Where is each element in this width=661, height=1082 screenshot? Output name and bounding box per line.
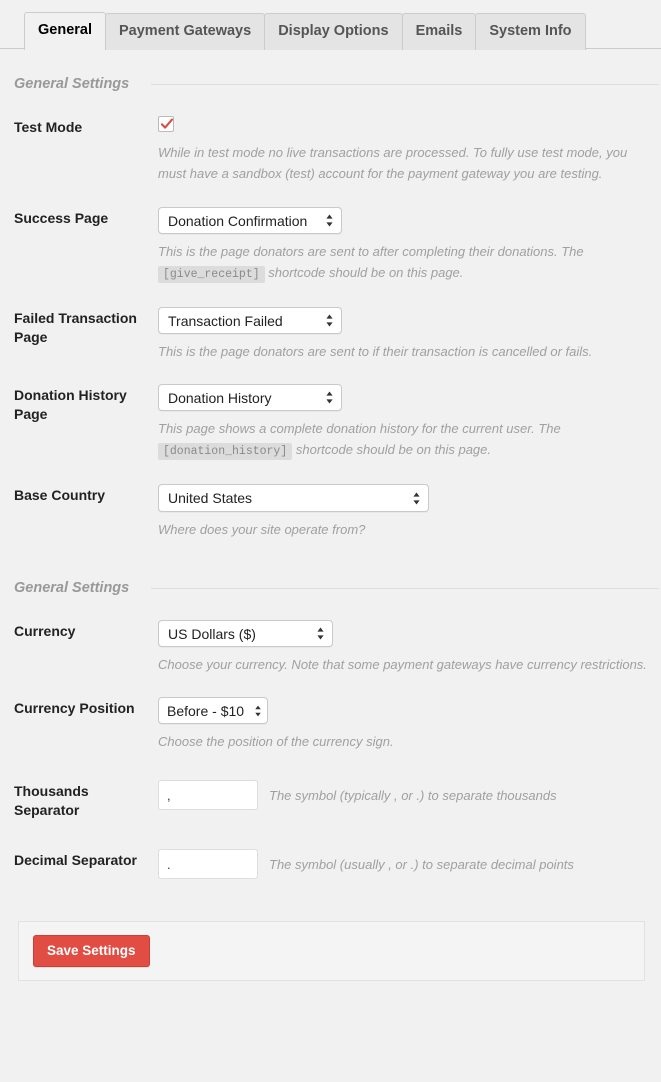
shortcode-give-receipt: [give_receipt] [158,266,265,283]
updown-chevron-icon [325,313,334,328]
donation-history-page-select[interactable]: Donation History [158,384,342,411]
save-settings-panel: Save Settings [18,921,645,981]
section-title: General Settings [14,580,130,596]
label-base-country: Base Country [14,487,106,503]
section-heading-general-2: General Settings [0,580,661,596]
description-failed-transaction-page: This is the page donators are sent to if… [158,344,593,359]
field-row-base-country: Base Country United States Where does yo… [0,484,661,540]
label-failed-transaction-page: Failed Transaction Page [14,310,137,345]
label-donation-history-page: Donation History Page [14,387,127,422]
test-mode-checkbox[interactable] [158,116,174,132]
success-page-value: Donation Confirmation [168,212,308,229]
tab-list: General Payment Gateways Display Options… [24,0,661,50]
shortcode-donation-history: [donation_history] [158,443,293,460]
tab-general-label: General [38,22,92,38]
check-icon [160,118,174,129]
description-test-mode: While in test mode no live transactions … [158,145,628,181]
tab-display-options-label: Display Options [278,23,389,39]
label-success-page: Success Page [14,210,109,226]
failed-transaction-page-value: Transaction Failed [168,312,283,329]
label-test-mode: Test Mode [14,119,83,135]
tab-payment-gateways-label: Payment Gateways [119,23,252,39]
base-country-select[interactable]: United States [158,484,429,512]
updown-chevron-icon [325,390,334,405]
donation-history-page-value: Donation History [168,389,272,406]
tab-system-info-label: System Info [489,23,572,39]
description-donation-history-before: This page shows a complete donation hist… [158,421,561,436]
decimal-separator-input[interactable] [158,849,258,879]
description-success-page-after: shortcode should be on this page. [268,265,464,280]
description-donation-history-page: This page shows a complete donation hist… [158,418,588,462]
base-country-value: United States [168,490,253,506]
field-row-currency: Currency US Dollars ($) Choose your curr… [0,620,661,675]
tab-emails[interactable]: Emails [401,13,477,50]
tab-system-info[interactable]: System Info [475,13,586,50]
failed-transaction-page-select[interactable]: Transaction Failed [158,307,342,334]
label-thousands-separator: Thousands Separator [14,783,89,818]
tab-display-options[interactable]: Display Options [264,13,403,50]
description-thousands-separator: The symbol (typically , or .) to separat… [269,787,557,803]
tab-emails-label: Emails [415,23,463,39]
section-divider [151,587,659,589]
field-row-donation-history-page: Donation History Page Donation History T… [0,384,661,462]
field-row-test-mode: Test Mode While in test mode no live tra… [0,116,661,184]
field-row-thousands-separator: Thousands Separator The symbol (typicall… [0,780,661,820]
success-page-select[interactable]: Donation Confirmation [158,207,342,234]
field-row-currency-position: Currency Position Before - $10 Choose th… [0,697,661,752]
label-currency-position: Currency Position [14,700,135,716]
section-heading-general-1: General Settings [0,76,661,92]
description-donation-history-after: shortcode should be on this page. [295,442,491,457]
description-decimal-separator: The symbol (usually , or .) to separate … [269,856,574,872]
field-row-decimal-separator: Decimal Separator The symbol (usually , … [0,849,661,879]
currency-position-select[interactable]: Before - $10 [158,697,268,724]
updown-chevron-icon [316,626,325,641]
currency-value: US Dollars ($) [168,625,256,642]
settings-tab-bar: General Payment Gateways Display Options… [0,0,661,50]
description-success-page-before: This is the page donators are sent to af… [158,244,584,259]
thousands-separator-input[interactable] [158,780,258,810]
field-row-success-page: Success Page Donation Confirmation This … [0,207,661,285]
save-settings-button[interactable]: Save Settings [33,935,150,967]
currency-position-value: Before - $10 [167,702,245,719]
section-title: General Settings [14,76,130,92]
tab-general[interactable]: General [24,12,106,50]
description-success-page: This is the page donators are sent to af… [158,241,603,285]
description-base-country: Where does your site operate from? [158,522,366,537]
updown-chevron-icon [412,491,421,506]
label-decimal-separator: Decimal Separator [14,852,137,868]
section-divider [151,83,659,85]
updown-chevron-icon [254,704,262,718]
tab-payment-gateways[interactable]: Payment Gateways [105,13,266,50]
label-currency: Currency [14,623,76,639]
description-currency: Choose your currency. Note that some pay… [158,657,647,672]
field-row-failed-transaction-page: Failed Transaction Page Transaction Fail… [0,307,661,362]
description-currency-position: Choose the position of the currency sign… [158,734,394,749]
currency-select[interactable]: US Dollars ($) [158,620,333,647]
updown-chevron-icon [325,213,334,228]
